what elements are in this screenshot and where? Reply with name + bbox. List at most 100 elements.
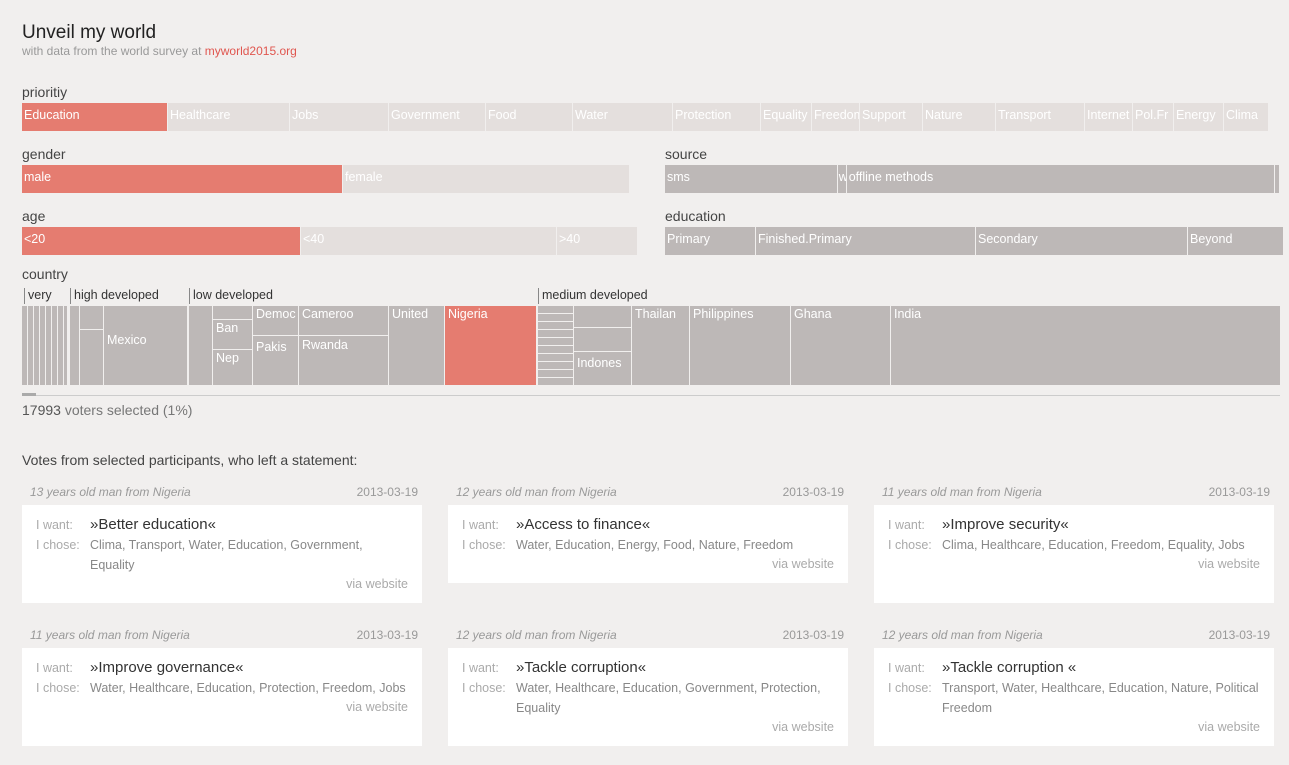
priority-support[interactable]: Support <box>860 103 923 131</box>
card-date: 2013-03-19 <box>1208 628 1270 642</box>
want-text: »Access to finance« <box>516 516 651 533</box>
via-label: via website <box>1198 720 1260 734</box>
chose-text: Clima, Healthcare, Education, Freedom, E… <box>942 538 1245 552</box>
card-author: 11 years old man from Nigeria <box>882 485 1042 499</box>
country-cell[interactable] <box>538 306 574 386</box>
country-thailand[interactable]: Thailan <box>632 306 690 386</box>
source-sms[interactable]: sms <box>665 165 838 193</box>
chose-label: I chose: <box>888 681 932 695</box>
page-title: Unveil my world <box>22 22 157 43</box>
priority-energy[interactable]: Energy <box>1174 103 1224 131</box>
country-treemap: very high developed low developed medium… <box>22 286 1280 396</box>
country-cells-very-high[interactable] <box>22 306 68 386</box>
age-filter-bar: <20 <40 >40 <box>22 227 637 255</box>
priority-jobs[interactable]: Jobs <box>290 103 389 131</box>
country-mexico[interactable]: Mexico <box>104 306 188 386</box>
country-dr-congo[interactable]: Democ <box>253 306 299 336</box>
age-under-20[interactable]: <20 <box>22 227 301 255</box>
want-text: »Improve security« <box>942 516 1069 533</box>
chose-text: Water, Healthcare, Education, Government… <box>516 681 821 715</box>
source-website[interactable]: w <box>837 165 847 193</box>
age-under-40[interactable]: <40 <box>301 227 557 255</box>
want-label: I want: <box>36 518 73 532</box>
treemap-scrollbar[interactable] <box>22 390 1280 396</box>
country-cell[interactable] <box>80 306 104 330</box>
country-pakistan[interactable]: Pakis <box>253 336 299 386</box>
education-secondary[interactable]: Secondary <box>976 227 1188 255</box>
priority-clima[interactable]: Clima <box>1224 103 1268 131</box>
want-text: »Improve governance« <box>90 659 244 676</box>
country-rwanda[interactable]: Rwanda <box>299 336 389 386</box>
country-nepal[interactable]: Nep <box>213 350 253 386</box>
chose-text: Water, Education, Energy, Food, Nature, … <box>516 538 794 552</box>
statement-card: I want: »Tackle corruption « I chose: Tran… <box>874 648 1274 746</box>
country-cell[interactable] <box>80 330 104 386</box>
card-date: 2013-03-19 <box>356 628 418 642</box>
statement-card: I want: »Tackle corruption« I chose: Water… <box>448 648 848 746</box>
priority-food[interactable]: Food <box>486 103 573 131</box>
treemap-scroll-thumb[interactable] <box>22 393 36 396</box>
card-date: 2013-03-19 <box>782 628 844 642</box>
want-text: »Tackle corruption« <box>516 659 647 676</box>
chose-label: I chose: <box>462 681 506 695</box>
chose-text: Transport, Water, Healthcare, Education,… <box>942 681 1259 715</box>
priority-education[interactable]: Education <box>22 103 168 131</box>
card-date: 2013-03-19 <box>356 485 418 499</box>
group-low-developed: low developed <box>189 288 273 304</box>
priority-political-freedom[interactable]: Pol.Fr <box>1133 103 1174 131</box>
group-very-high-developed: very <box>24 288 52 304</box>
chose-label: I chose: <box>462 538 506 552</box>
country-cell[interactable] <box>189 306 213 386</box>
country-philippines[interactable]: Philippines <box>690 306 791 386</box>
want-label: I want: <box>36 661 73 675</box>
education-primary[interactable]: Primary <box>665 227 756 255</box>
priority-protection[interactable]: Protection <box>673 103 761 131</box>
priority-equality[interactable]: Equality <box>761 103 812 131</box>
want-label: I want: <box>462 661 499 675</box>
country-cell[interactable] <box>574 328 632 352</box>
chose-label: I chose: <box>36 538 80 552</box>
priority-freedom[interactable]: Freedom <box>812 103 860 131</box>
country-cameroon[interactable]: Cameroo <box>299 306 389 336</box>
source-other[interactable] <box>1275 165 1279 193</box>
gender-female[interactable]: female <box>343 165 629 193</box>
selection-count: 17993 voters selected (1%) <box>22 402 192 418</box>
via-label: via website <box>772 557 834 571</box>
country-india[interactable]: India <box>891 306 1280 386</box>
priority-transport[interactable]: Transport <box>996 103 1085 131</box>
priority-water[interactable]: Water <box>573 103 673 131</box>
education-beyond[interactable]: Beyond <box>1188 227 1283 255</box>
want-label: I want: <box>462 518 499 532</box>
priority-government[interactable]: Government <box>389 103 486 131</box>
priority-nature[interactable]: Nature <box>923 103 996 131</box>
country-indonesia[interactable]: Indones <box>574 352 632 386</box>
country-cell[interactable] <box>70 306 80 386</box>
via-label: via website <box>772 720 834 734</box>
priority-label: prioritiy <box>22 84 68 100</box>
via-label: via website <box>346 700 408 714</box>
want-text: »Tackle corruption « <box>942 659 1077 676</box>
subtitle-text: with data from the world survey at <box>22 44 205 58</box>
education-finished-primary[interactable]: Finished.Primary <box>756 227 976 255</box>
source-offline-methods[interactable]: offline methods <box>846 165 1275 193</box>
education-label: education <box>665 208 726 224</box>
card-author: 12 years old man from Nigeria <box>456 485 617 499</box>
country-nigeria[interactable]: Nigeria <box>445 306 537 386</box>
want-label: I want: <box>888 661 925 675</box>
country-cell[interactable] <box>213 306 253 320</box>
country-cell[interactable] <box>574 306 632 328</box>
priority-healthcare[interactable]: Healthcare <box>168 103 290 131</box>
page-subtitle: with data from the world survey at mywor… <box>22 44 297 58</box>
country-label: country <box>22 266 68 282</box>
country-ghana[interactable]: Ghana <box>791 306 891 386</box>
gender-male[interactable]: male <box>22 165 343 193</box>
age-over-40[interactable]: >40 <box>557 227 637 255</box>
priority-internet[interactable]: Internet <box>1085 103 1133 131</box>
card-author: 13 years old man from Nigeria <box>30 485 191 499</box>
source-filter-bar: sms w offline methods <box>665 165 1279 193</box>
via-label: via website <box>1198 557 1260 571</box>
country-united[interactable]: United <box>389 306 445 386</box>
country-bangladesh[interactable]: Ban <box>213 320 253 350</box>
myworld-link[interactable]: myworld2015.org <box>205 44 297 58</box>
card-author: 11 years old man from Nigeria <box>30 628 190 642</box>
